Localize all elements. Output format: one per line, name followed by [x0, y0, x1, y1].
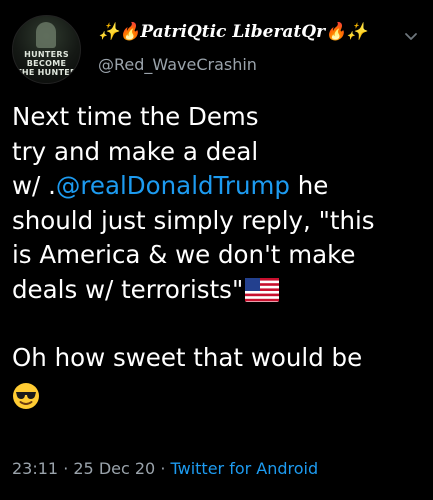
tweet-header: HUNTERS BECOME THE HUNTED ✨🔥PatriQtic Li…: [12, 12, 422, 84]
sunglasses-emoji-icon: [13, 382, 39, 409]
avatar-caption-line: THE HUNTED: [16, 68, 77, 77]
avatar-silhouette: [36, 22, 56, 48]
display-name[interactable]: ✨🔥PatriQtic LiberatQr🔥✨: [98, 18, 367, 46]
tweet-time[interactable]: 23:11: [12, 459, 58, 478]
tweet-line: Next time the Dems: [12, 102, 259, 131]
tweet-line: w/ .@realDonaldTrump he: [12, 169, 422, 204]
separator: ·: [58, 459, 74, 478]
user-handle[interactable]: @Red_WaveCrashin: [98, 54, 257, 76]
tweet-line: [12, 376, 422, 411]
avatar[interactable]: HUNTERS BECOME THE HUNTED: [12, 15, 81, 84]
tweet-line: try and make a deal: [12, 136, 259, 166]
avatar-caption-line: HUNTERS: [24, 50, 69, 59]
tweet-text-segment: deals w/ terrorists": [12, 274, 244, 304]
chevron-down-icon[interactable]: [403, 28, 419, 44]
avatar-caption: HUNTERS BECOME THE HUNTED: [13, 50, 80, 77]
tweet-line: Oh how sweet that would be: [12, 343, 363, 372]
tweet-metadata: 23:11 · 25 Dec 20 · Twitter for Android: [12, 456, 318, 482]
source-link[interactable]: Twitter for Android: [171, 459, 319, 478]
tweet-line: should just simply reply, "this: [12, 205, 375, 235]
tweet-line: is America & we don't make: [12, 240, 356, 269]
us-flag-icon: [245, 277, 280, 302]
avatar-caption-line: BECOME: [26, 59, 67, 68]
tweet-text: Next time the Dems try and make a deal w…: [12, 100, 422, 410]
mention-link[interactable]: @realDonaldTrump: [56, 171, 290, 200]
separator: ·: [155, 459, 171, 478]
tweet-text-segment: w/ .: [12, 171, 56, 200]
tweet-date[interactable]: 25 Dec 20: [73, 459, 155, 478]
tweet-text-segment: he: [289, 171, 329, 200]
tweet-line: deals w/ terrorists": [12, 273, 422, 308]
